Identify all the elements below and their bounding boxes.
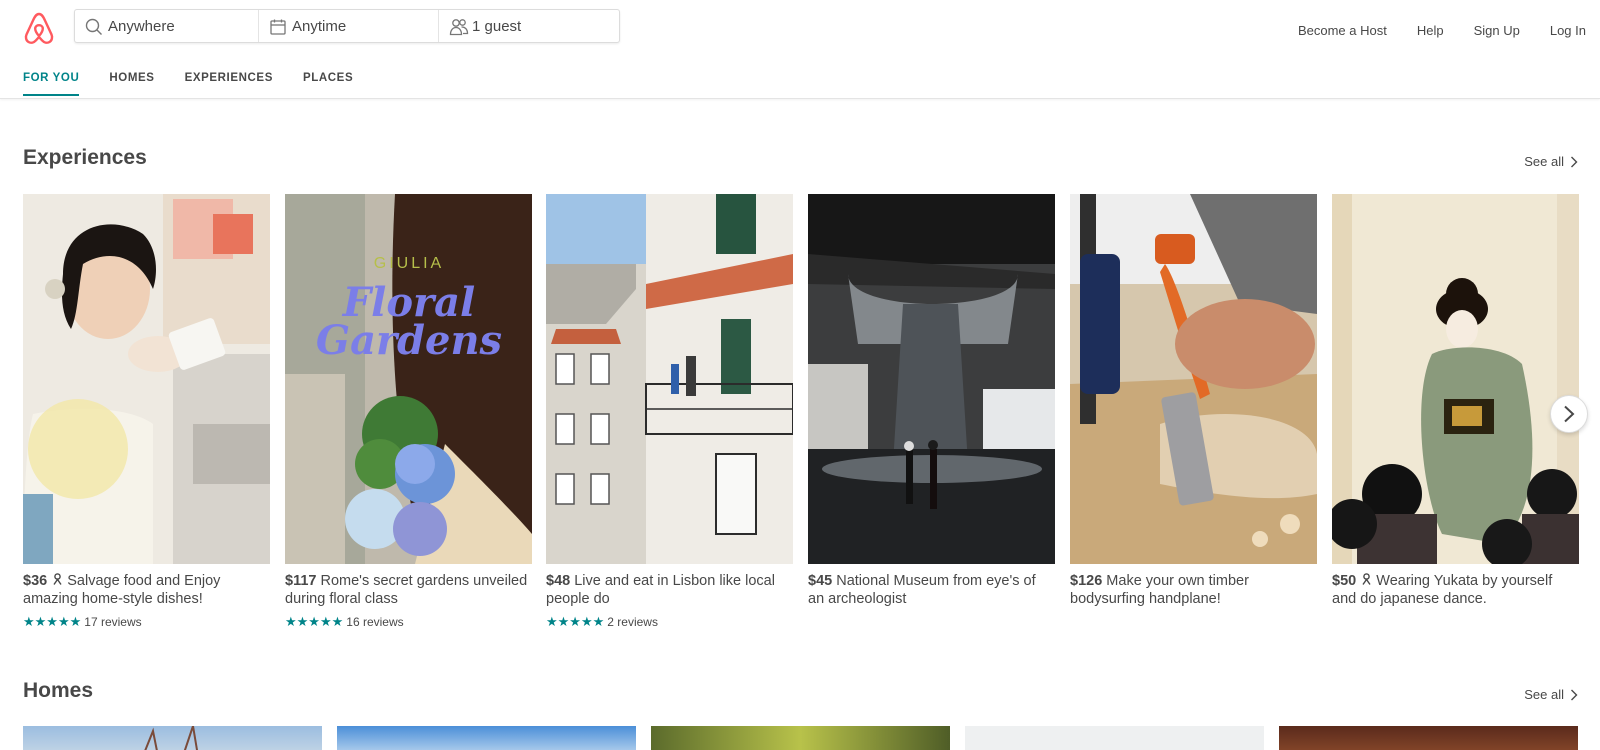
experience-caption[interactable]: $48 Live and eat in Lisbon like local pe… xyxy=(546,572,793,608)
home-photo[interactable] xyxy=(1279,726,1578,750)
experiences-heading: Experiences xyxy=(23,146,147,169)
see-all-label: See all xyxy=(1524,687,1564,702)
calendar-icon xyxy=(270,19,286,35)
experience-photo-food[interactable] xyxy=(23,194,270,564)
home-photo[interactable] xyxy=(337,726,636,750)
experience-rating: ★★★★★ 16 reviews xyxy=(285,614,532,630)
search-icon xyxy=(85,18,102,35)
become-host-link[interactable]: Become a Host xyxy=(1283,22,1402,40)
experience-photo-museum[interactable] xyxy=(808,194,1055,564)
experience-price: $48 xyxy=(546,573,571,589)
star-rating-icon: ★★★★★ xyxy=(23,614,82,629)
star-rating-icon: ★★★★★ xyxy=(285,614,344,629)
location-value: Anywhere xyxy=(108,18,175,35)
homes-heading: Homes xyxy=(23,679,94,702)
experience-price: $117 xyxy=(285,573,317,589)
homes-see-all-link[interactable]: See all xyxy=(1524,687,1578,702)
date-value: Anytime xyxy=(292,18,347,35)
guests-field[interactable]: 1 guest xyxy=(438,10,619,42)
person-icon xyxy=(53,573,62,585)
home-photo[interactable] xyxy=(651,726,950,750)
homes-carousel xyxy=(23,726,1579,750)
experience-caption[interactable]: $45 National Museum from eye's of an arc… xyxy=(808,572,1055,608)
overlay-name: GIULIA xyxy=(374,255,444,272)
person-icon xyxy=(1362,573,1371,585)
experience-caption[interactable]: $126 Make your own timber bodysurfing ha… xyxy=(1070,572,1317,608)
chevron-right-icon xyxy=(1564,405,1575,423)
tab-homes[interactable]: HOMES xyxy=(109,72,154,96)
experience-card[interactable]: $48 Live and eat in Lisbon like local pe… xyxy=(546,194,793,630)
star-rating-icon: ★★★★★ xyxy=(546,614,605,629)
date-field[interactable]: Anytime xyxy=(258,10,438,42)
category-tabs: FOR YOU HOMES EXPERIENCES PLACES xyxy=(23,72,383,96)
see-all-label: See all xyxy=(1524,154,1564,169)
experience-title: Live and eat in Lisbon like local people… xyxy=(546,573,775,607)
tab-for-you[interactable]: FOR YOU xyxy=(23,72,80,96)
chevron-right-icon xyxy=(1571,689,1578,700)
tab-places[interactable]: PLACES xyxy=(303,72,353,96)
experience-photo-lisbon[interactable] xyxy=(546,194,793,564)
search-bar[interactable]: Anywhere Anytime 1 guest xyxy=(74,9,620,43)
carousel-next-button[interactable] xyxy=(1550,395,1588,433)
sign-up-link[interactable]: Sign Up xyxy=(1459,22,1535,40)
review-count: 2 reviews xyxy=(607,615,658,629)
experience-card[interactable]: GIULIA Floral Gardens $117 Rome's secret… xyxy=(285,194,532,630)
experience-card[interactable]: $50 Wearing Yukata by yourself and do ja… xyxy=(1332,194,1579,608)
experience-photo-woodwork[interactable] xyxy=(1070,194,1317,564)
overlay-title-line-2: Gardens xyxy=(316,317,502,364)
experience-caption[interactable]: $36 Salvage food and Enjoy amazing home-… xyxy=(23,572,270,608)
review-count: 17 reviews xyxy=(84,615,142,629)
experience-price: $50 xyxy=(1332,573,1357,589)
experiences-carousel: $36 Salvage food and Enjoy amazing home-… xyxy=(23,194,1579,634)
experience-rating: ★★★★★ 2 reviews xyxy=(546,614,793,630)
help-link[interactable]: Help xyxy=(1402,22,1459,40)
review-count: 16 reviews xyxy=(346,615,404,629)
experience-card[interactable]: $36 Salvage food and Enjoy amazing home-… xyxy=(23,194,270,630)
experience-rating: ★★★★★ 17 reviews xyxy=(23,614,270,630)
experience-caption[interactable]: $117 Rome's secret gardens unveiled duri… xyxy=(285,572,532,608)
log-in-link[interactable]: Log In xyxy=(1535,22,1586,40)
experience-price: $36 xyxy=(23,573,48,589)
experience-price: $126 xyxy=(1070,573,1103,589)
top-nav: Become a Host Help Sign Up Log In xyxy=(1283,22,1586,40)
location-search-field[interactable]: Anywhere xyxy=(75,10,258,42)
top-header: Anywhere Anytime 1 guest Become a Host H… xyxy=(0,0,1600,99)
chevron-right-icon xyxy=(1571,156,1578,167)
guests-icon xyxy=(449,19,469,36)
experience-photo-yukata[interactable] xyxy=(1332,194,1579,564)
experience-title: National Museum from eye's of an archeol… xyxy=(808,573,1036,607)
experience-title: Rome's secret gardens unveiled during fl… xyxy=(285,573,528,607)
tab-experiences[interactable]: EXPERIENCES xyxy=(185,72,273,96)
home-photo[interactable] xyxy=(23,726,322,750)
experiences-see-all-link[interactable]: See all xyxy=(1524,154,1578,169)
airbnb-logo-icon[interactable] xyxy=(23,12,55,46)
experience-photo-floral[interactable]: GIULIA Floral Gardens xyxy=(285,194,532,564)
experience-card[interactable]: $126 Make your own timber bodysurfing ha… xyxy=(1070,194,1317,608)
guests-value: 1 guest xyxy=(472,18,522,35)
experience-price: $45 xyxy=(808,573,833,589)
experience-card[interactable]: $45 National Museum from eye's of an arc… xyxy=(808,194,1055,608)
experience-caption[interactable]: $50 Wearing Yukata by yourself and do ja… xyxy=(1332,572,1579,608)
home-photo[interactable] xyxy=(965,726,1264,750)
